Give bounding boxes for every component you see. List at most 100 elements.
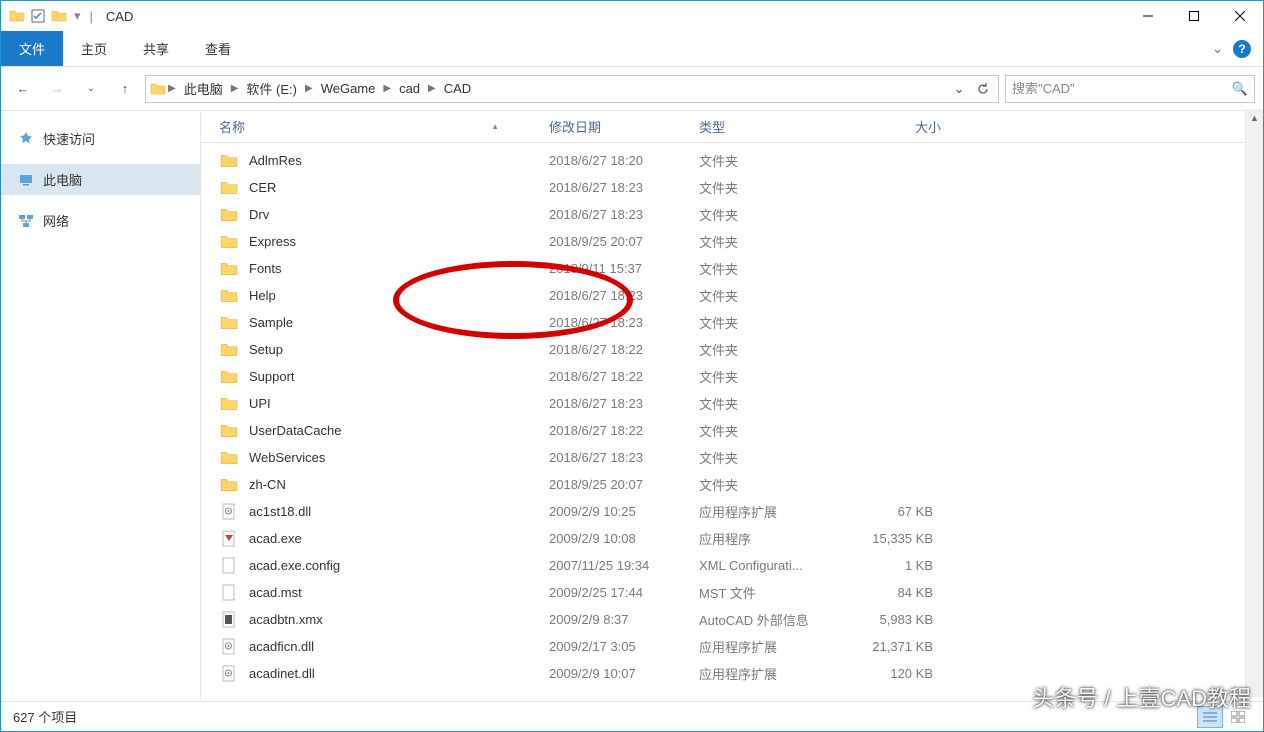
file-row[interactable]: acad.exe2009/2/9 10:08应用程序15,335 KB	[219, 525, 1263, 552]
file-type: MST 文件	[699, 583, 851, 602]
navigation-bar: ← → ⌄ ↑ ▶ 此电脑 ▶ 软件 (E:) ▶ WeGame ▶ cad ▶…	[1, 67, 1263, 111]
file-row[interactable]: Drv2018/6/27 18:23文件夹	[219, 201, 1263, 228]
column-name[interactable]: 名称▲	[219, 117, 549, 136]
help-icon[interactable]: ?	[1233, 40, 1251, 58]
folder-icon	[219, 421, 239, 441]
status-item-count: 627 个项目	[13, 707, 77, 726]
file-size: 84 KB	[851, 585, 933, 600]
column-size[interactable]: 大小	[851, 117, 941, 136]
folder-icon	[219, 259, 239, 279]
file-name: Fonts	[249, 261, 549, 276]
file-row[interactable]: Express2018/9/25 20:07文件夹	[219, 228, 1263, 255]
file-name: UPI	[249, 396, 549, 411]
file-row[interactable]: acad.exe.config2007/11/25 19:34XML Confi…	[219, 552, 1263, 579]
folder-icon	[219, 475, 239, 495]
ribbon-tab-share[interactable]: 共享	[125, 31, 187, 66]
file-row[interactable]: WebServices2018/6/27 18:23文件夹	[219, 444, 1263, 471]
file-row[interactable]: CER2018/6/27 18:23文件夹	[219, 174, 1263, 201]
breadcrumb-item[interactable]: 软件 (E:)	[240, 76, 303, 102]
maximize-button[interactable]	[1171, 1, 1217, 31]
file-row[interactable]: Sample2018/6/27 18:23文件夹	[219, 309, 1263, 336]
file-row[interactable]: ac1st18.dll2009/2/9 10:25应用程序扩展67 KB	[219, 498, 1263, 525]
file-date: 2018/6/27 18:22	[549, 342, 699, 357]
ribbon-tab-view[interactable]: 查看	[187, 31, 249, 66]
folder-icon	[219, 151, 239, 171]
file-row[interactable]: Setup2018/6/27 18:22文件夹	[219, 336, 1263, 363]
breadcrumb-item[interactable]: WeGame	[315, 76, 382, 102]
sort-asc-icon: ▲	[491, 122, 499, 131]
qat-dropdown-icon[interactable]: ▾	[74, 8, 81, 24]
file-row[interactable]: UserDataCache2018/6/27 18:22文件夹	[219, 417, 1263, 444]
ribbon-tab-file[interactable]: 文件	[1, 31, 63, 66]
sidebar-this-pc[interactable]: 此电脑	[1, 164, 200, 195]
folder-icon	[219, 448, 239, 468]
dll-icon	[219, 664, 239, 684]
search-input[interactable]	[1012, 81, 1232, 96]
dll-icon	[219, 637, 239, 657]
file-type: 文件夹	[699, 313, 851, 332]
file-row[interactable]: acadinet.dll2009/2/9 10:07应用程序扩展120 KB	[219, 660, 1263, 687]
back-button[interactable]: ←	[9, 75, 37, 103]
ribbon-collapse-icon[interactable]: ⌄	[1212, 41, 1223, 57]
scroll-up-icon[interactable]: ▲	[1246, 109, 1263, 127]
file-size: 5,983 KB	[851, 612, 933, 627]
file-icon	[219, 583, 239, 603]
column-type[interactable]: 类型	[699, 117, 851, 136]
close-button[interactable]	[1217, 1, 1263, 31]
breadcrumb-item[interactable]: 此电脑	[178, 76, 229, 102]
minimize-button[interactable]	[1125, 1, 1171, 31]
file-row[interactable]: Help2018/6/27 18:23文件夹	[219, 282, 1263, 309]
breadcrumb-item[interactable]: cad	[393, 76, 426, 102]
file-date: 2009/2/9 10:07	[549, 666, 699, 681]
breadcrumb-item[interactable]: CAD	[438, 76, 477, 102]
folder-icon	[219, 367, 239, 387]
file-row[interactable]: AdlmRes2018/6/27 18:20文件夹	[219, 147, 1263, 174]
up-button[interactable]: ↑	[111, 75, 139, 103]
file-row[interactable]: zh-CN2018/9/25 20:07文件夹	[219, 471, 1263, 498]
file-row[interactable]: Fonts2018/9/11 15:37文件夹	[219, 255, 1263, 282]
file-list[interactable]: AdlmRes2018/6/27 18:20文件夹CER2018/6/27 18…	[201, 143, 1263, 699]
search-icon[interactable]: 🔍	[1232, 81, 1248, 97]
sidebar-quick-access[interactable]: 快速访问	[1, 123, 200, 154]
file-type: 文件夹	[699, 421, 851, 440]
column-date[interactable]: 修改日期	[549, 117, 699, 136]
file-row[interactable]: acad.mst2009/2/25 17:44MST 文件84 KB	[219, 579, 1263, 606]
scrollbar[interactable]: ▲	[1245, 109, 1263, 697]
address-bar[interactable]: ▶ 此电脑 ▶ 软件 (E:) ▶ WeGame ▶ cad ▶ CAD ⌄	[145, 75, 999, 103]
file-type: AutoCAD 外部信息	[699, 610, 851, 629]
file-date: 2009/2/9 8:37	[549, 612, 699, 627]
qat-folder-icon[interactable]	[51, 8, 67, 24]
search-box[interactable]: 🔍	[1005, 75, 1255, 103]
history-dropdown[interactable]: ⌄	[77, 75, 105, 103]
file-row[interactable]: acadbtn.xmx2009/2/9 8:37AutoCAD 外部信息5,98…	[219, 606, 1263, 633]
file-row[interactable]: acadficn.dll2009/2/17 3:05应用程序扩展21,371 K…	[219, 633, 1263, 660]
file-date: 2018/9/25 20:07	[549, 477, 699, 492]
sidebar-network[interactable]: 网络	[1, 205, 200, 236]
properties-icon[interactable]	[30, 8, 46, 24]
file-date: 2018/6/27 18:23	[549, 180, 699, 195]
exe-icon	[219, 529, 239, 549]
view-details-button[interactable]	[1197, 706, 1223, 728]
window-controls	[1125, 1, 1263, 31]
folder-icon	[219, 205, 239, 225]
network-icon	[17, 212, 35, 230]
file-date: 2009/2/17 3:05	[549, 639, 699, 654]
file-date: 2018/6/27 18:23	[549, 450, 699, 465]
file-type: 应用程序	[699, 529, 851, 548]
refresh-button[interactable]	[972, 78, 994, 100]
file-name: acadficn.dll	[249, 639, 549, 654]
file-type: 文件夹	[699, 151, 851, 170]
file-date: 2007/11/25 19:34	[549, 558, 699, 573]
view-thumbnails-button[interactable]	[1225, 706, 1251, 728]
address-dropdown-icon[interactable]: ⌄	[948, 78, 970, 100]
forward-button[interactable]: →	[43, 75, 71, 103]
file-row[interactable]: Support2018/6/27 18:22文件夹	[219, 363, 1263, 390]
ribbon-tab-home[interactable]: 主页	[63, 31, 125, 66]
file-date: 2018/6/27 18:22	[549, 423, 699, 438]
main-content: 快速访问 此电脑 网络 名称▲ 修改日期 类型 大小 AdlmRes2018/6…	[1, 111, 1263, 699]
column-headers: 名称▲ 修改日期 类型 大小	[201, 111, 1263, 143]
file-date: 2009/2/9 10:08	[549, 531, 699, 546]
file-row[interactable]: UPI2018/6/27 18:23文件夹	[219, 390, 1263, 417]
file-name: acad.mst	[249, 585, 549, 600]
navigation-pane: 快速访问 此电脑 网络	[1, 111, 201, 699]
